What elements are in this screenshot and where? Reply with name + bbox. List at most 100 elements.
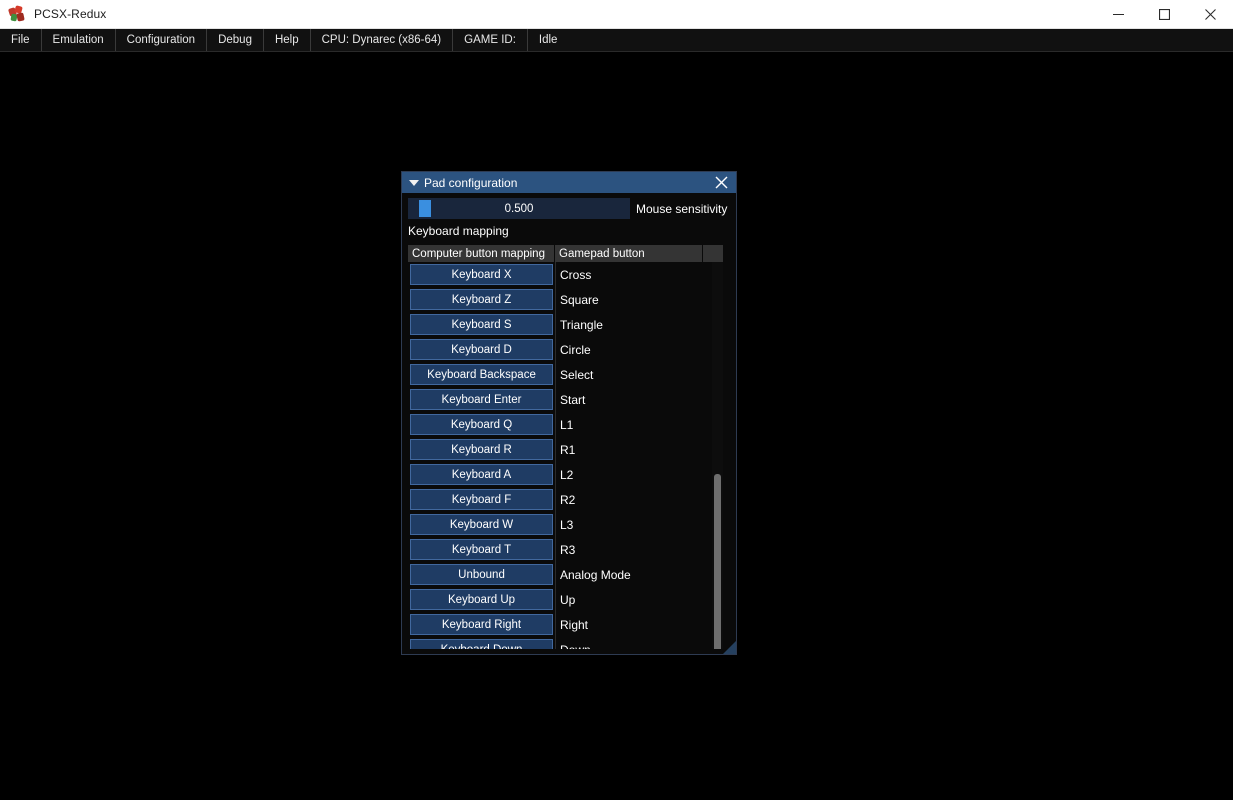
computer-button-cell: Keyboard Backspace [408,362,555,387]
mapping-button[interactable]: Keyboard Z [410,289,553,310]
gamepad-button-cell: Right [555,612,703,637]
table-row: Keyboard XCross [408,262,723,287]
table-row: UnboundAnalog Mode [408,562,723,587]
gamepad-button-cell: Triangle [555,312,703,337]
mouse-sensitivity-row: 0.500 Mouse sensitivity [408,198,732,219]
menu-item-help[interactable]: Help [264,29,311,51]
gamepad-button-cell: R3 [555,537,703,562]
table-row: Keyboard BackspaceSelect [408,362,723,387]
menubar: File Emulation Configuration Debug Help … [0,29,1233,52]
column-header-gamepad-button[interactable]: Gamepad button [555,245,703,262]
menu-item-emulation[interactable]: Emulation [42,29,116,51]
mapping-button[interactable]: Keyboard Enter [410,389,553,410]
gamepad-button-cell: R1 [555,437,703,462]
table-row: Keyboard DownDown [408,637,723,649]
computer-button-cell: Keyboard S [408,312,555,337]
computer-button-cell: Keyboard X [408,262,555,287]
status-game-id: GAME ID: [453,29,528,51]
mapping-button[interactable]: Keyboard A [410,464,553,485]
table-row: Keyboard TR3 [408,537,723,562]
computer-button-cell: Keyboard Q [408,412,555,437]
gamepad-button-cell: L2 [555,462,703,487]
window-title: PCSX-Redux [34,7,106,21]
gamepad-button-cell: Start [555,387,703,412]
mapping-button[interactable]: Keyboard S [410,314,553,335]
status-state: Idle [528,29,569,51]
computer-button-cell: Keyboard Right [408,612,555,637]
slider-value-label: 0.500 [505,203,534,215]
computer-button-cell: Unbound [408,562,555,587]
menu-item-configuration[interactable]: Configuration [116,29,207,51]
emulator-viewport: Pad configuration 0.500 Mouse sensitivit… [0,52,1233,800]
table-scrollbar[interactable] [712,262,723,649]
table-row: Keyboard WL3 [408,512,723,537]
pad-configuration-dialog: Pad configuration 0.500 Mouse sensitivit… [401,171,737,655]
mapping-button[interactable]: Keyboard Right [410,614,553,635]
column-header-computer-button-mapping[interactable]: Computer button mapping [408,245,555,262]
gamepad-button-cell: Cross [555,262,703,287]
gamepad-button-cell: Down [555,637,703,649]
computer-button-cell: Keyboard A [408,462,555,487]
mapping-button[interactable]: Keyboard Up [410,589,553,610]
table-row: Keyboard QL1 [408,412,723,437]
mapping-button[interactable]: Keyboard W [410,514,553,535]
gamepad-button-cell: R2 [555,487,703,512]
gamepad-button-cell: Square [555,287,703,312]
mapping-button[interactable]: Keyboard Backspace [410,364,553,385]
table-row: Keyboard STriangle [408,312,723,337]
gamepad-button-cell: Analog Mode [555,562,703,587]
window-titlebar: PCSX-Redux [0,0,1233,29]
mapping-table: Computer button mapping Gamepad button K… [408,245,723,649]
mapping-button[interactable]: Keyboard D [410,339,553,360]
computer-button-cell: Keyboard R [408,437,555,462]
mapping-button[interactable]: Keyboard Down [410,639,553,649]
gamepad-button-cell: Select [555,362,703,387]
mapping-button[interactable]: Keyboard Q [410,414,553,435]
application-window: PCSX-Redux File Emulation Configuration … [0,0,1233,800]
mouse-sensitivity-slider[interactable]: 0.500 [408,198,630,219]
computer-button-cell: Keyboard Down [408,637,555,649]
window-controls [1095,0,1233,29]
mapping-button[interactable]: Keyboard X [410,264,553,285]
close-icon[interactable] [713,174,730,191]
menu-item-file[interactable]: File [0,29,42,51]
scrollbar-thumb[interactable] [714,474,721,649]
pcsx-redux-logo-icon [9,6,25,22]
slider-grab-handle[interactable] [419,200,431,217]
menu-item-debug[interactable]: Debug [207,29,264,51]
dialog-titlebar[interactable]: Pad configuration [402,172,736,193]
table-row: Keyboard EnterStart [408,387,723,412]
gamepad-button-cell: Circle [555,337,703,362]
mapping-button[interactable]: Keyboard F [410,489,553,510]
gamepad-button-cell: Up [555,587,703,612]
maximize-icon[interactable] [1141,0,1187,29]
computer-button-cell: Keyboard Enter [408,387,555,412]
resize-grip-icon[interactable] [721,641,736,655]
gamepad-button-cell: L3 [555,512,703,537]
mapping-button[interactable]: Keyboard R [410,439,553,460]
table-body: Keyboard XCrossKeyboard ZSquareKeyboard … [408,262,723,649]
computer-button-cell: Keyboard Z [408,287,555,312]
triangle-down-icon[interactable] [409,180,419,186]
table-row: Keyboard RR1 [408,437,723,462]
mapping-button[interactable]: Unbound [410,564,553,585]
keyboard-mapping-label: Keyboard mapping [408,224,509,238]
column-header-spacer [703,245,723,262]
close-icon[interactable] [1187,0,1233,29]
computer-button-cell: Keyboard T [408,537,555,562]
table-row: Keyboard FR2 [408,487,723,512]
dialog-title: Pad configuration [424,176,517,190]
status-cpu: CPU: Dynarec (x86-64) [311,29,454,51]
computer-button-cell: Keyboard Up [408,587,555,612]
table-row: Keyboard UpUp [408,587,723,612]
gamepad-button-cell: L1 [555,412,703,437]
table-row: Keyboard RightRight [408,612,723,637]
dialog-body: 0.500 Mouse sensitivity Keyboard mapping… [402,193,736,655]
table-row: Keyboard AL2 [408,462,723,487]
computer-button-cell: Keyboard D [408,337,555,362]
table-header-row: Computer button mapping Gamepad button [408,245,723,262]
computer-button-cell: Keyboard W [408,512,555,537]
computer-button-cell: Keyboard F [408,487,555,512]
minimize-icon[interactable] [1095,0,1141,29]
mapping-button[interactable]: Keyboard T [410,539,553,560]
